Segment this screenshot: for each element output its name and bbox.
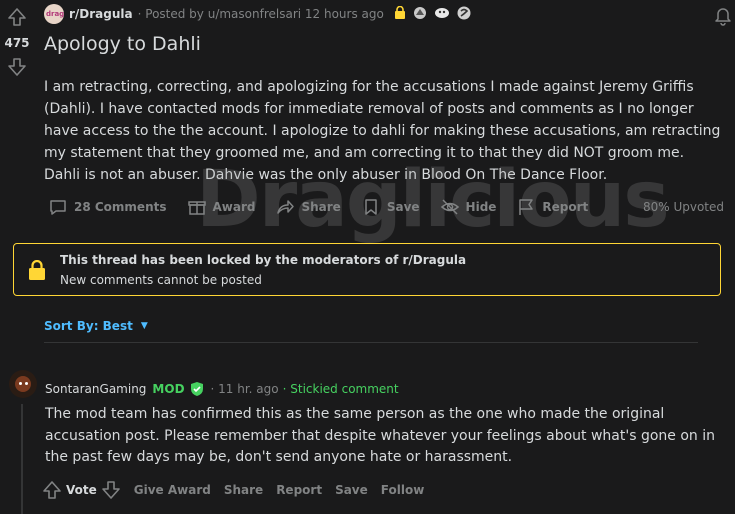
give-award-button[interactable]: Give Award — [134, 483, 211, 497]
award-icon-2[interactable] — [434, 5, 450, 24]
upvoted-ratio: 80% Upvoted — [642, 200, 724, 214]
stickied-label: · Stickied comment — [282, 382, 399, 396]
comment-report-button[interactable]: Report — [276, 483, 322, 497]
post-vote-column: 475 — [0, 0, 34, 78]
locked-text: This thread has been locked by the moder… — [60, 253, 466, 287]
comment-icon — [50, 200, 66, 215]
locked-notice: This thread has been locked by the moder… — [13, 243, 721, 296]
downvote-button[interactable] — [6, 56, 28, 78]
report-button[interactable]: Report — [516, 197, 588, 217]
subreddit-link[interactable]: r/Dragula — [69, 7, 133, 21]
vote-count: 475 — [4, 36, 30, 50]
share-button[interactable]: Share — [275, 197, 341, 217]
award-icon-3[interactable] — [456, 5, 472, 24]
notification-bell-icon[interactable] — [712, 4, 734, 26]
bookmark-icon — [365, 199, 377, 215]
share-icon — [277, 200, 295, 214]
hide-icon — [440, 199, 459, 215]
share-label: Share — [301, 200, 341, 214]
mod-badge: MOD — [152, 382, 185, 396]
award-button[interactable]: Award — [187, 197, 256, 217]
lock-icon — [394, 5, 406, 22]
gift-icon — [187, 201, 206, 215]
subreddit-icon[interactable]: drag — [44, 4, 64, 24]
posted-by: · Posted by u/masonfrelsari 12 hours ago — [137, 7, 384, 21]
sort-label: Sort By: Best — [44, 319, 133, 333]
post: drag r/Dragula · Posted by u/masonfrelsa… — [44, 0, 731, 186]
caret-down-icon: ▼ — [140, 321, 148, 331]
award-icon-1[interactable] — [412, 5, 428, 24]
hide-button[interactable]: Hide — [440, 197, 497, 217]
flag-icon — [519, 199, 534, 215]
comment-body: The mod team has confirmed this as the s… — [45, 406, 716, 465]
follow-button[interactable]: Follow — [381, 483, 425, 497]
upvote-button[interactable] — [6, 6, 28, 28]
comments-button[interactable]: 28 Comments — [48, 197, 167, 217]
comment-upvote-icon[interactable] — [42, 480, 62, 500]
comment-time[interactable]: · 11 hr. ago — [211, 382, 279, 396]
vote-label: Vote — [66, 483, 97, 497]
comment-save-button[interactable]: Save — [335, 483, 368, 497]
thread-line[interactable] — [21, 404, 23, 514]
shield-icon — [189, 381, 205, 397]
divider — [44, 342, 698, 343]
comment-downvote-icon[interactable] — [101, 480, 121, 500]
save-label: Save — [386, 200, 420, 214]
upvote-icon — [8, 8, 26, 26]
lock-icon — [14, 259, 60, 280]
report-label: Report — [542, 200, 589, 214]
post-actions: 28 Comments Award Share Save Hide Report… — [48, 194, 724, 220]
post-meta: drag r/Dragula · Posted by u/masonfrelsa… — [44, 0, 724, 28]
comment-share-button[interactable]: Share — [224, 483, 263, 497]
locked-title: This thread has been locked by the moder… — [60, 252, 467, 267]
comment-meta: SontaranGaming MOD · 11 hr. ago · Sticki… — [45, 381, 399, 397]
hide-label: Hide — [465, 200, 497, 214]
save-button[interactable]: Save — [361, 197, 420, 217]
award-label: Award — [212, 200, 256, 214]
sort-dropdown[interactable]: Sort By: Best ▼ — [44, 319, 148, 333]
downvote-icon — [8, 58, 26, 76]
comment-author[interactable]: SontaranGaming — [45, 382, 146, 396]
avatar[interactable] — [9, 370, 37, 398]
post-body: I am retracting, correcting, and apologi… — [44, 79, 721, 183]
post-title[interactable]: Apology to Dahli — [44, 33, 724, 65]
comment-actions: Vote Give Award Share Report Save Follow — [42, 480, 424, 500]
comments-label: 28 Comments — [74, 200, 167, 214]
locked-subtitle: New comments cannot be posted — [60, 272, 262, 287]
